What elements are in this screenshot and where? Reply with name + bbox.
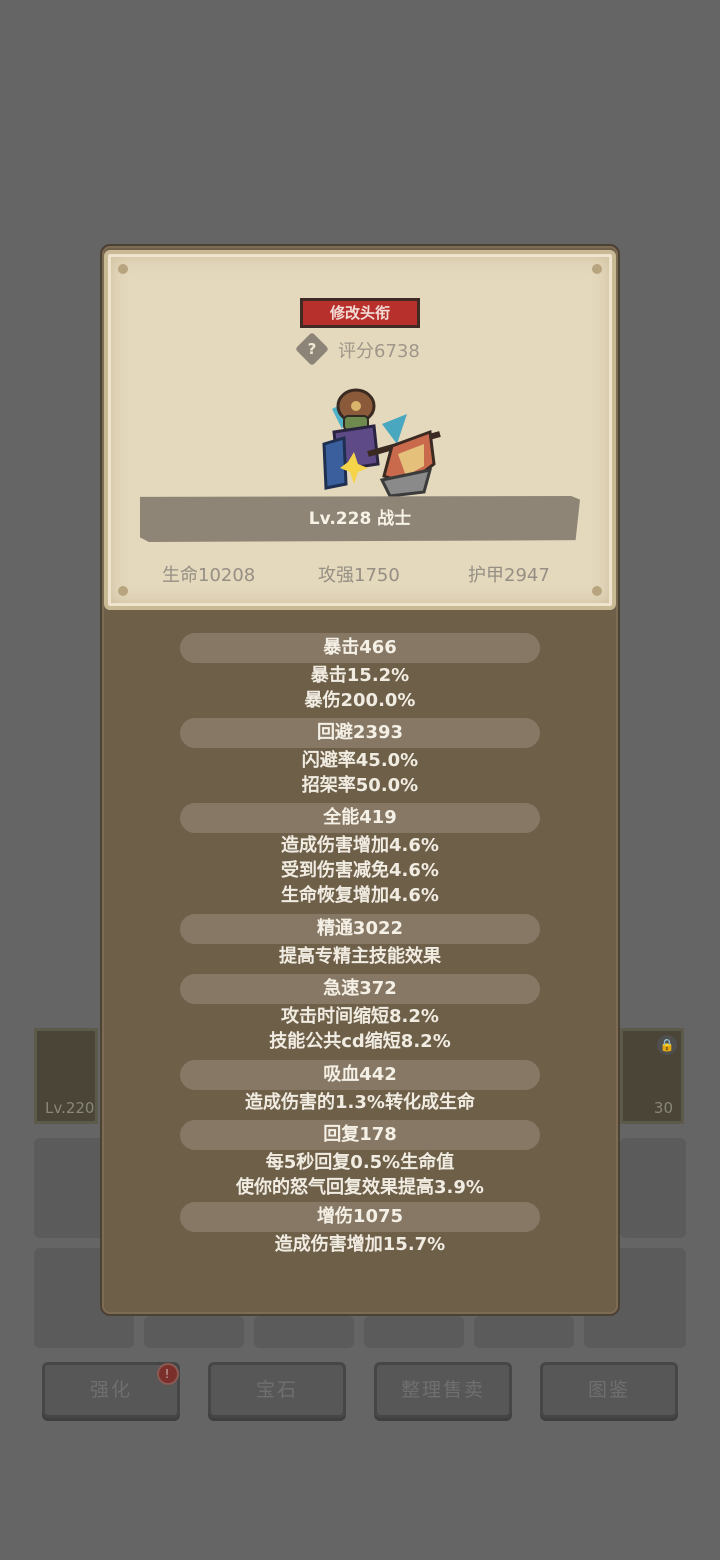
alert-icon: ! (157, 1363, 179, 1385)
inventory-cell[interactable] (364, 1316, 464, 1348)
stat-header-dodge: 回避2393 (180, 718, 540, 748)
inventory-cell[interactable] (144, 1316, 244, 1348)
inventory-cell[interactable] (254, 1316, 354, 1348)
stat-detail: 受到伤害减免4.6% (281, 860, 439, 881)
score-value: 评分6738 (338, 341, 420, 362)
stat-header-regen: 回复178 (180, 1120, 540, 1150)
stat-detail: 暴伤200.0% (304, 690, 416, 711)
stat-detail: 每5秒回复0.5%生命值 (265, 1152, 455, 1173)
equip-slot-locked[interactable]: 🔒 30 (620, 1028, 684, 1124)
stat-detail: 生命恢复增加4.6% (281, 885, 439, 906)
stat-detail: 造成伤害的1.3%转化成生命 (245, 1092, 475, 1113)
stat-header-haste: 急速372 (180, 974, 540, 1004)
stat-header-crit: 暴击466 (180, 633, 540, 663)
stat-detail: 暴击15.2% (310, 665, 410, 686)
character-name: Lv.228 战士 (308, 509, 412, 529)
stat-detail: 技能公共cd缩短8.2% (269, 1031, 451, 1052)
warrior-character-portrait (322, 388, 441, 498)
hp-stat: 生命10208 (162, 565, 256, 586)
stat-header-mastery: 精通3022 (180, 914, 540, 944)
sort-sell-button[interactable]: 整理售卖 (374, 1362, 512, 1418)
attack-stat: 攻强1750 (318, 565, 400, 586)
enhance-button[interactable]: 强化 ! (42, 1362, 180, 1418)
stat-header-leech: 吸血442 (180, 1060, 540, 1090)
stat-detail: 攻击时间缩短8.2% (281, 1006, 439, 1027)
stat-detail: 造成伤害增加15.7% (274, 1234, 446, 1255)
stat-header-damage: 增伤1075 (180, 1202, 540, 1232)
lock-icon: 🔒 (657, 1035, 677, 1055)
edit-title-button[interactable]: 修改头衔 (300, 298, 420, 328)
stat-detail: 闪避率45.0% (301, 750, 419, 771)
stat-detail: 造成伤害增加4.6% (281, 835, 439, 856)
inventory-cell[interactable] (620, 1138, 686, 1238)
stat-detail: 使你的怒气回复效果提高3.9% (236, 1177, 484, 1198)
equip-slot-weapon[interactable]: Lv.220 (34, 1028, 98, 1124)
stat-detail: 招架率50.0% (301, 775, 419, 796)
codex-button[interactable]: 图鉴 (540, 1362, 678, 1418)
help-icon[interactable]: ? (295, 332, 329, 366)
gem-button[interactable]: 宝石 (208, 1362, 346, 1418)
slot-level: Lv.220 (45, 1099, 95, 1117)
armor-stat: 护甲2947 (468, 565, 550, 586)
stat-detail: 提高专精主技能效果 (279, 946, 441, 967)
inventory-cell[interactable] (474, 1316, 574, 1348)
stat-header-versatility: 全能419 (180, 803, 540, 833)
slot-level: 30 (653, 1099, 673, 1117)
